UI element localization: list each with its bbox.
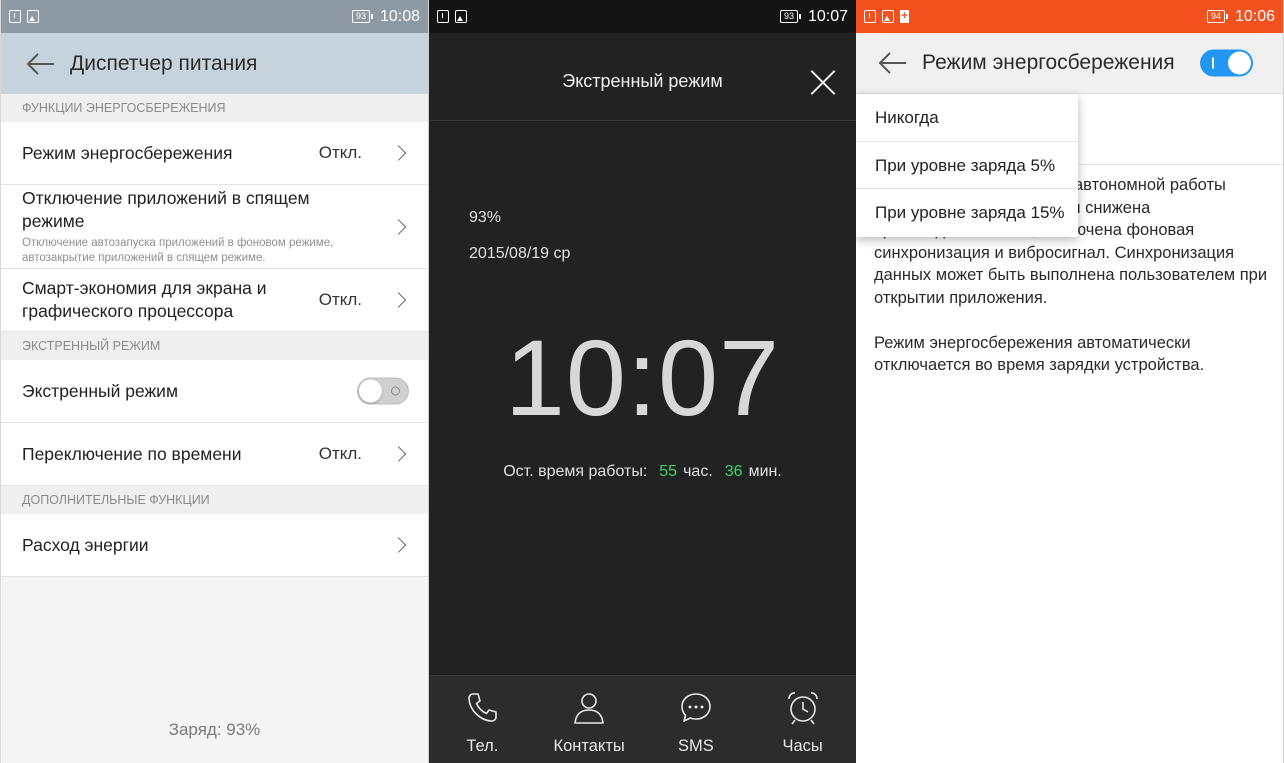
sms-icon [681,693,711,722]
row-title: Режим энергосбережения [22,142,233,163]
page-title: Диспетчер питания [70,51,258,75]
status-time: 10:07 [807,7,848,25]
battery-indicator: 93 [779,10,801,23]
remaining-hours: 55 [659,463,678,480]
remaining-minutes: 36 [724,463,743,480]
alarm-clock-icon [787,692,818,725]
dock-label: Контакты [553,737,625,755]
dropdown-option-15-percent[interactable]: При уровне заряда 15% [856,189,1078,237]
gallery-notification-icon [882,10,894,23]
remaining-label: Ост. время работы: [503,463,648,480]
notification-alert-icon [9,10,21,23]
notification-alert-icon [437,10,449,23]
app-bar: Режим энергосбережения [856,33,1283,94]
description-paragraph: Режим энергосбережения автоматически отк… [874,333,1205,375]
dock-item-clock[interactable]: Часы [749,676,856,763]
row-title: Расход энергии [22,534,149,555]
dock-label: SMS [677,737,714,755]
toggle-knob [359,379,382,403]
phone-icon [468,693,498,722]
row-emergency-mode[interactable]: Экстренный режим [1,360,428,423]
row-title: Экстренный режим [22,380,178,401]
section-header-emergency: ЭКСТРЕННЫЙ РЕЖИМ [1,332,428,360]
battery-charge-footer: Заряд: 93% [168,720,261,739]
status-time: 10:08 [379,7,420,25]
notification-alert-icon [864,10,876,23]
toggle-knob [1228,51,1251,75]
charging-notification-icon [900,8,909,24]
status-bar: 94 10:06 [856,0,1283,33]
status-bar: 93 10:08 [1,0,428,33]
row-value: Откл. [318,290,362,309]
auto-enable-dropdown: Никогда При уровне заряда 5% При уровне … [856,94,1078,237]
dock-item-contacts[interactable]: Контакты [536,676,643,763]
back-arrow-icon[interactable] [878,51,908,75]
toggle-on-icon [1212,57,1214,69]
remaining-time: Ост. время работы: 55 час. 36 мин. [429,463,856,481]
power-saving-mode-screen: 94 10:06 Режим энергосбережения автономн… [856,0,1284,763]
battery-indicator: 93 [351,10,373,23]
row-power-saving-mode[interactable]: Режим энергосбережения Откл. [1,122,428,185]
dock-item-sms[interactable]: SMS [643,676,750,763]
dropdown-option-5-percent[interactable]: При уровне заряда 5% [856,142,1078,189]
chevron-right-icon [390,537,407,553]
page-title: Режим энергосбережения [922,51,1175,74]
battery-percent: 93% [469,209,502,226]
page-title: Экстренный режим [562,71,723,91]
chevron-right-icon [390,292,407,308]
section-header-power-saving: ФУНКЦИИ ЭНЕРГОСБЕРЕЖЕНИЯ [1,94,428,122]
row-time-switch[interactable]: Переключение по времени Откл. [1,423,428,486]
back-arrow-icon[interactable] [26,52,56,76]
date-label: 2015/08/19 ср [469,245,571,262]
row-value: Откл. [318,444,362,463]
battery-indicator: 94 [1206,10,1228,23]
gallery-notification-icon [455,10,467,23]
power-saving-toggle[interactable] [1200,49,1253,77]
row-smart-economy[interactable]: Смарт-экономия для экрана и графического… [1,269,428,332]
dock-label: Часы [782,737,823,755]
row-title: Переключение по времени [22,443,242,464]
dock-item-phone[interactable]: Тел. [429,676,536,763]
chevron-right-icon [390,446,407,462]
row-energy-consumption[interactable]: Расход энергии [1,514,428,577]
power-manager-screen: 93 10:08 Диспетчер питания ФУНКЦИИ ЭНЕРГ… [0,0,429,763]
section-header-extra: ДОПОЛНИТЕЛЬНЫЕ ФУНКЦИИ [1,486,428,514]
row-value: Откл. [318,143,362,162]
contact-icon [574,693,604,724]
big-clock: 10:07 [504,317,781,438]
status-time: 10:06 [1234,7,1275,25]
app-bar: Диспетчер питания [1,33,428,94]
row-title: Отключение приложений в спящем режиме [22,188,310,231]
row-sleep-app-disable[interactable]: Отключение приложений в спящем режиме От… [1,185,428,269]
emergency-mode-toggle[interactable] [357,377,409,405]
emergency-header: Экстренный режим [429,33,856,121]
toggle-off-icon [391,386,400,396]
close-icon[interactable] [810,69,836,95]
dropdown-option-never[interactable]: Никогда [856,94,1078,142]
hours-unit: час. [683,463,713,480]
emergency-mode-screen: 93 10:07 Экстренный режим 93% 2015/08/19… [429,0,856,763]
row-subtitle: Отключение автозапуска приложений в фоно… [22,237,334,264]
minutes-unit: мин. [748,463,782,480]
chevron-right-icon [390,145,407,161]
dock-label: Тел. [466,737,499,755]
status-bar: 93 10:07 [429,0,856,33]
row-title: Смарт-экономия для экрана и графического… [22,278,267,321]
app-dock: Тел. Контакты SMS Часы [429,675,856,763]
chevron-right-icon [390,218,407,235]
settings-list: ФУНКЦИИ ЭНЕРГОСБЕРЕЖЕНИЯ Режим энергосбе… [1,94,428,577]
gallery-notification-icon [27,10,39,23]
